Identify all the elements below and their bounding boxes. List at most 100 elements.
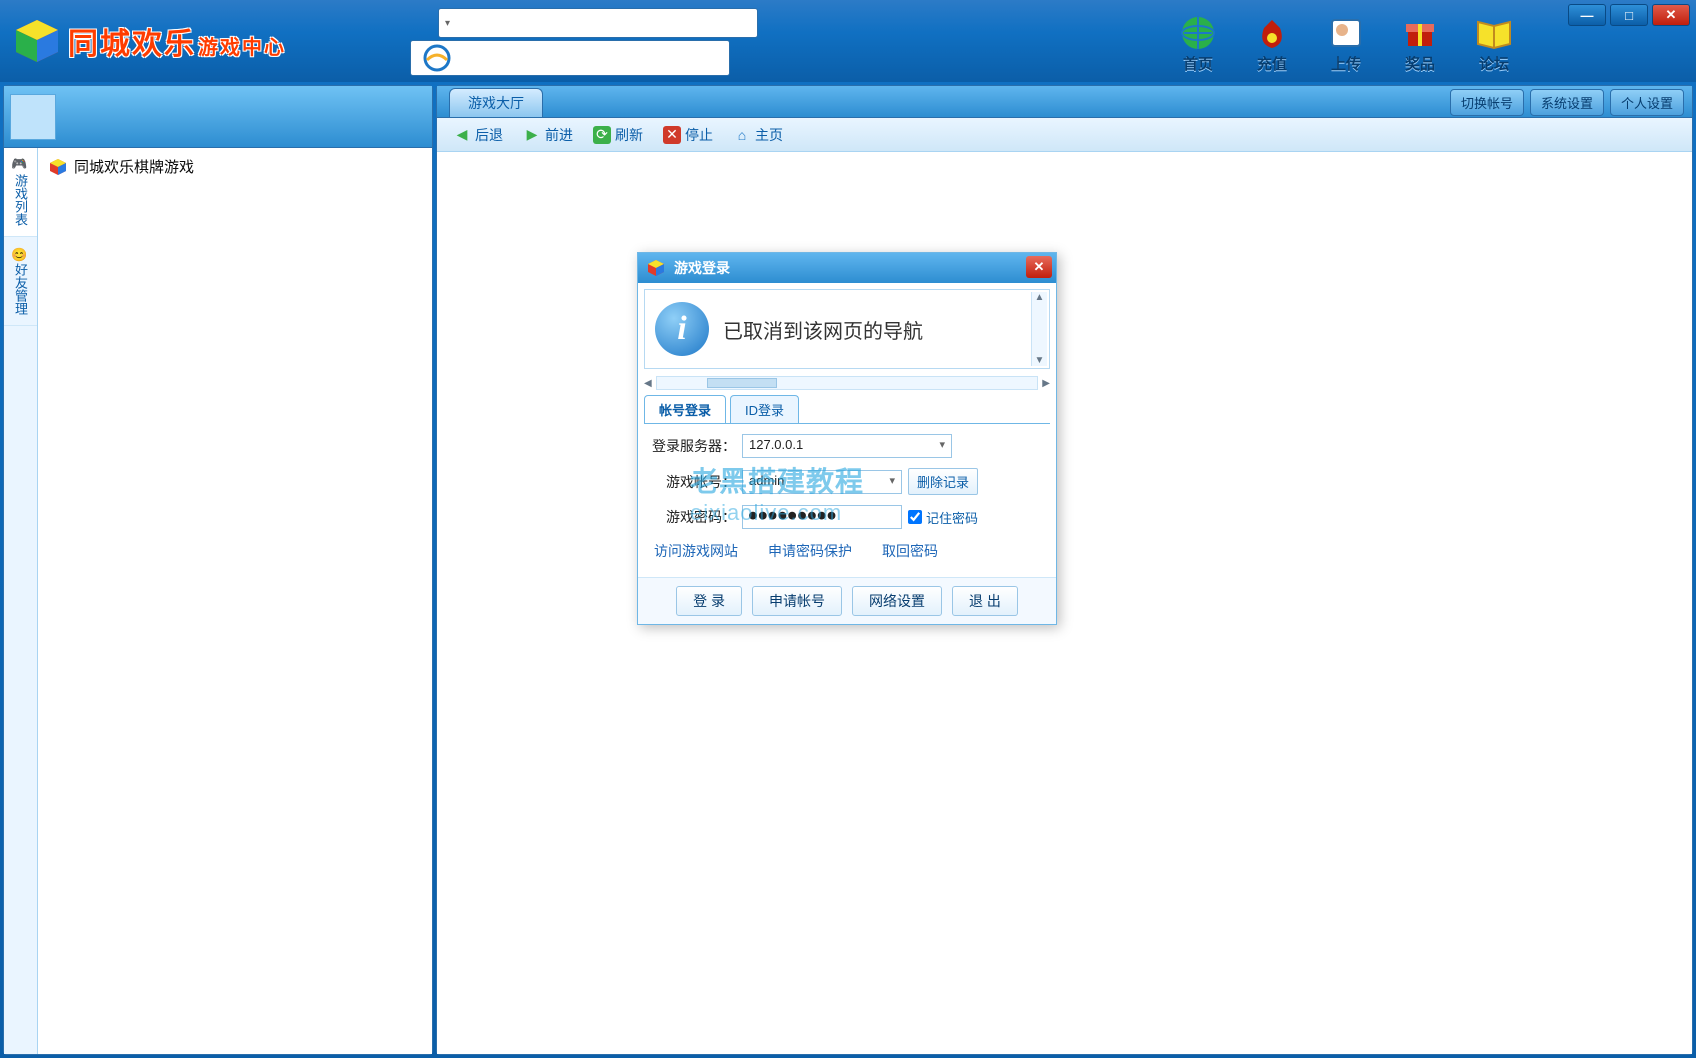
app-header: 同城欢乐 游戏中心 首页 充值 上传 奖品 论坛 — □ ✕ <box>0 0 1696 82</box>
btn-system-settings[interactable]: 系统设置 <box>1530 89 1604 116</box>
tab-strip: 游戏大厅 切换帐号 系统设置 个人设置 <box>437 86 1692 118</box>
side-tab-label: 游戏列表 <box>11 174 30 226</box>
side-tab-label: 好友管理 <box>11 263 30 315</box>
nav-recharge[interactable]: 充值 <box>1250 13 1294 74</box>
nav-label: 奖品 <box>1405 53 1435 74</box>
stop-icon: ✕ <box>663 126 681 144</box>
network-settings-button[interactable]: 网络设置 <box>852 586 942 616</box>
side-tabs: 🎮 游戏列表 😊 好友管理 <box>4 148 38 1054</box>
tool-forward[interactable]: ▶前进 <box>515 122 581 148</box>
arrow-right-icon: ▶ <box>523 126 541 144</box>
book-icon <box>1472 13 1516 53</box>
game-tree: 同城欢乐棋牌游戏 <box>38 148 432 1054</box>
refresh-icon: ⟳ <box>593 126 611 144</box>
hscrollbar[interactable]: ◀▶ <box>644 375 1050 391</box>
app-title-sub: 游戏中心 <box>198 31 286 60</box>
tool-home[interactable]: ⌂主页 <box>725 122 791 148</box>
side-tab-game-list[interactable]: 🎮 游戏列表 <box>4 148 37 237</box>
globe-icon <box>1176 13 1220 53</box>
password-label: 游戏密码： <box>652 507 736 527</box>
row-password: 游戏密码： ●●●●●●●●● 记住密码 <box>652 505 1042 529</box>
money-bag-icon <box>1250 13 1294 53</box>
minimize-button[interactable]: — <box>1568 4 1606 26</box>
house-icon: ⌂ <box>733 126 751 144</box>
avatar[interactable] <box>10 94 56 140</box>
nav-label: 首页 <box>1183 53 1213 74</box>
link-visit-site[interactable]: 访问游戏网站 <box>654 541 738 561</box>
browser-content: 游戏登录 ✕ i 已取消到该网页的导航 ▲▼ ◀▶ 帐号登录 ID登录 <box>437 152 1692 1054</box>
btn-switch-account[interactable]: 切换帐号 <box>1450 89 1524 116</box>
browser-toolbar: ◀后退 ▶前进 ⟳刷新 ✕停止 ⌂主页 <box>437 118 1692 152</box>
dialog-close-button[interactable]: ✕ <box>1026 256 1052 278</box>
left-panel: 🎮 游戏列表 😊 好友管理 同城欢乐棋牌游戏 <box>3 85 433 1055</box>
nav-label: 上传 <box>1331 53 1361 74</box>
row-server: 登录服务器： 127.0.0.1 <box>652 434 1042 458</box>
header-buttons: 切换帐号 系统设置 个人设置 <box>1450 89 1684 116</box>
logo-area: 同城欢乐 游戏中心 <box>0 16 286 66</box>
tool-stop[interactable]: ✕停止 <box>655 122 721 148</box>
right-panel: 游戏大厅 切换帐号 系统设置 个人设置 ◀后退 ▶前进 ⟳刷新 ✕停止 ⌂主页 … <box>436 85 1693 1055</box>
left-panel-header <box>4 86 432 148</box>
app-title: 同城欢乐 游戏中心 <box>68 19 286 63</box>
dialog-title: 游戏登录 <box>674 258 730 278</box>
tab-game-lobby[interactable]: 游戏大厅 <box>449 88 543 117</box>
register-button[interactable]: 申请帐号 <box>752 586 842 616</box>
maximize-button[interactable]: □ <box>1610 4 1648 26</box>
close-button[interactable]: ✕ <box>1652 4 1690 26</box>
top-nav: 首页 充值 上传 奖品 论坛 <box>1176 8 1516 74</box>
exit-button[interactable]: 退 出 <box>952 586 1018 616</box>
tab-id-login[interactable]: ID登录 <box>730 395 799 423</box>
password-input[interactable]: ●●●●●●●●● <box>742 505 902 529</box>
photo-icon <box>1324 13 1368 53</box>
vscrollbar[interactable]: ▲▼ <box>1031 292 1047 366</box>
side-tab-friends[interactable]: 😊 好友管理 <box>4 237 37 326</box>
nav-prize[interactable]: 奖品 <box>1398 13 1442 74</box>
login-dialog: 游戏登录 ✕ i 已取消到该网页的导航 ▲▼ ◀▶ 帐号登录 ID登录 <box>637 252 1057 625</box>
tab-account-login[interactable]: 帐号登录 <box>644 395 726 423</box>
login-form: 登录服务器： 127.0.0.1 游戏帐号： admin 删除记录 游戏密码： … <box>638 424 1056 577</box>
tree-root-label: 同城欢乐棋牌游戏 <box>74 156 194 177</box>
info-banner: i 已取消到该网页的导航 ▲▼ <box>644 289 1050 369</box>
arrow-left-icon: ◀ <box>453 126 471 144</box>
nav-forum[interactable]: 论坛 <box>1472 13 1516 74</box>
dialog-title-bar[interactable]: 游戏登录 ✕ <box>638 253 1056 283</box>
server-label: 登录服务器： <box>652 436 736 456</box>
nav-upload[interactable]: 上传 <box>1324 13 1368 74</box>
remember-checkbox-input[interactable] <box>908 510 922 524</box>
gift-icon <box>1398 13 1442 53</box>
tool-back[interactable]: ◀后退 <box>445 122 511 148</box>
info-icon: i <box>655 302 709 356</box>
nav-home[interactable]: 首页 <box>1176 13 1220 74</box>
url-input-top[interactable] <box>438 8 758 38</box>
clear-history-button[interactable]: 删除记录 <box>908 468 978 495</box>
account-label: 游戏帐号： <box>652 472 736 492</box>
link-recover-password[interactable]: 取回密码 <box>882 541 938 561</box>
remember-checkbox[interactable]: 记住密码 <box>908 508 992 527</box>
btn-personal-settings[interactable]: 个人设置 <box>1610 89 1684 116</box>
nav-label: 充值 <box>1257 53 1287 74</box>
login-links: 访问游戏网站 申请密码保护 取回密码 <box>652 539 1042 567</box>
tree-root[interactable]: 同城欢乐棋牌游戏 <box>48 156 422 177</box>
app-title-main: 同城欢乐 <box>68 19 196 63</box>
info-text: 已取消到该网页的导航 <box>723 315 1039 344</box>
login-button[interactable]: 登 录 <box>676 586 742 616</box>
side-tab-icon: 🎮 <box>13 158 28 174</box>
remember-label: 记住密码 <box>926 508 978 527</box>
server-select[interactable]: 127.0.0.1 <box>742 434 952 458</box>
cube-icon <box>48 157 68 177</box>
dialog-buttons: 登 录 申请帐号 网络设置 退 出 <box>638 577 1056 624</box>
left-panel-body: 🎮 游戏列表 😊 好友管理 同城欢乐棋牌游戏 <box>4 148 432 1054</box>
login-tabs: 帐号登录 ID登录 <box>644 395 1050 424</box>
link-password-protect[interactable]: 申请密码保护 <box>768 541 852 561</box>
window-controls: — □ ✕ <box>1568 4 1690 26</box>
cube-icon <box>646 258 666 278</box>
account-input[interactable]: admin <box>742 470 902 494</box>
logo-cube-icon <box>12 16 62 66</box>
url-icon-bar[interactable] <box>410 40 730 76</box>
side-tab-icon: 😊 <box>13 247 28 263</box>
tool-refresh[interactable]: ⟳刷新 <box>585 122 651 148</box>
row-account: 游戏帐号： admin 删除记录 <box>652 468 1042 495</box>
workspace: 🎮 游戏列表 😊 好友管理 同城欢乐棋牌游戏 游戏大厅 切换帐号 系统 <box>0 82 1696 1058</box>
ie-icon <box>423 44 451 72</box>
nav-label: 论坛 <box>1479 53 1509 74</box>
